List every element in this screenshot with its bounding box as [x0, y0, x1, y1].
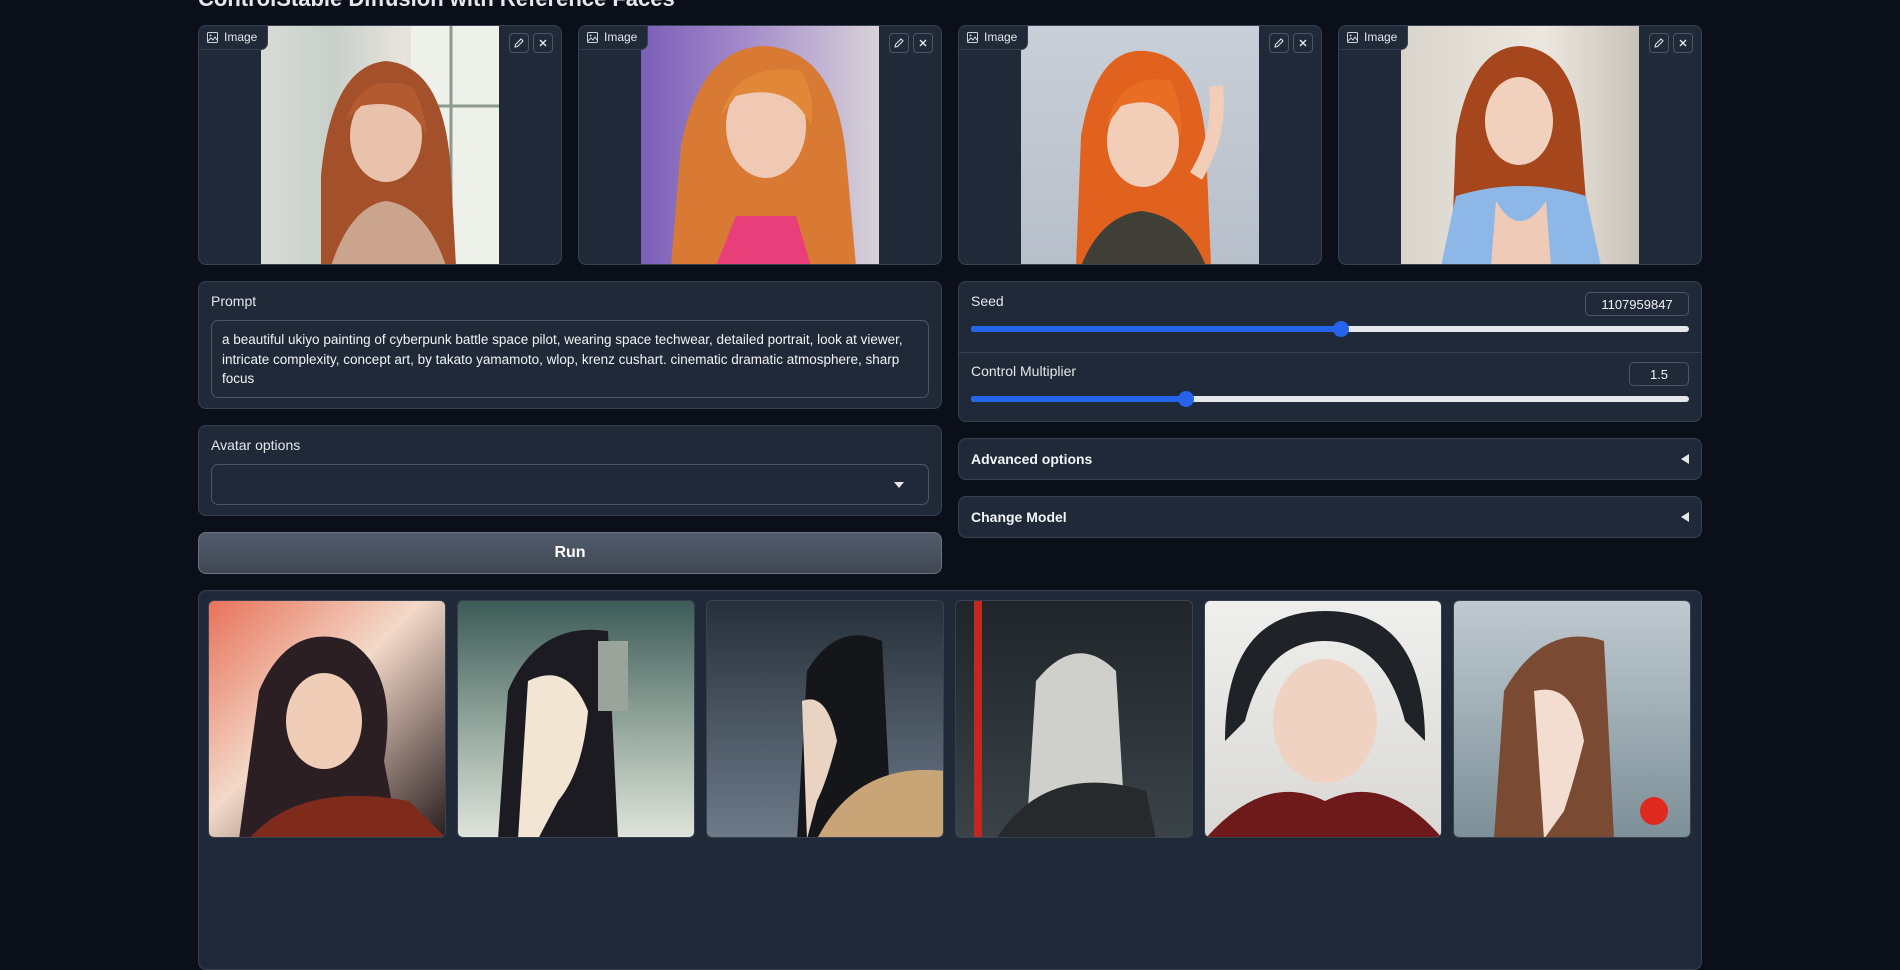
- image-label: Image: [959, 26, 1029, 50]
- close-icon[interactable]: [1673, 33, 1693, 53]
- seed-slider[interactable]: [971, 321, 1689, 337]
- close-icon[interactable]: [913, 33, 933, 53]
- reference-image-1[interactable]: Image: [198, 25, 562, 265]
- image-icon: [967, 31, 978, 43]
- output-gallery: [198, 590, 1702, 970]
- avatar-options-label: Avatar options: [211, 437, 301, 453]
- reference-image-2[interactable]: Image: [578, 25, 942, 265]
- control-multiplier-slider-fill: [971, 396, 1187, 402]
- prompt-label: Prompt: [211, 293, 257, 309]
- image-icon: [587, 31, 598, 43]
- gallery-image-4[interactable]: [955, 600, 1193, 838]
- seed-slider-fill: [971, 326, 1342, 332]
- image-label: Image: [1339, 26, 1409, 50]
- seed-input[interactable]: 1107959847: [1585, 292, 1689, 316]
- advanced-options-label: Advanced options: [971, 451, 1093, 467]
- advanced-options-accordion[interactable]: Advanced options: [958, 438, 1702, 480]
- reference-photo: [261, 26, 499, 264]
- reference-image-4[interactable]: Image: [1338, 25, 1702, 265]
- gallery-image-5[interactable]: [1204, 600, 1442, 838]
- caret-left-icon: [1681, 512, 1689, 522]
- seed-label: Seed: [971, 293, 1004, 309]
- seed-slider-thumb[interactable]: [1333, 321, 1350, 337]
- prompt-block: Prompt a beautiful ukiyo painting of cyb…: [198, 281, 942, 409]
- chevron-down-icon: [894, 482, 904, 488]
- close-icon[interactable]: [533, 33, 553, 53]
- pencil-icon[interactable]: [1649, 33, 1669, 53]
- control-multiplier-slider-thumb[interactable]: [1178, 391, 1195, 407]
- page-title: ControlStable Diffusion with Reference F…: [198, 0, 675, 12]
- sliders-block: Seed 1107959847 Control Multiplier 1.5: [958, 281, 1702, 422]
- pencil-icon[interactable]: [509, 33, 529, 53]
- change-model-accordion[interactable]: Change Model: [958, 496, 1702, 538]
- change-model-label: Change Model: [971, 509, 1067, 525]
- image-label: Image: [199, 26, 269, 50]
- control-multiplier-label: Control Multiplier: [971, 363, 1077, 379]
- close-icon[interactable]: [1293, 33, 1313, 53]
- reference-photo: [1401, 26, 1639, 264]
- gallery-image-6[interactable]: [1453, 600, 1691, 838]
- pencil-icon[interactable]: [889, 33, 909, 53]
- gallery-image-1[interactable]: [208, 600, 446, 838]
- caret-left-icon: [1681, 454, 1689, 464]
- avatar-options-block: Avatar options: [198, 425, 942, 516]
- gallery-image-2[interactable]: [457, 600, 695, 838]
- reference-photo: [641, 26, 879, 264]
- image-icon: [207, 31, 218, 43]
- reference-photo: [1021, 26, 1259, 264]
- prompt-textarea[interactable]: a beautiful ukiyo painting of cyberpunk …: [211, 320, 929, 398]
- pencil-icon[interactable]: [1269, 33, 1289, 53]
- reference-image-3[interactable]: Image: [958, 25, 1322, 265]
- image-label: Image: [579, 26, 649, 50]
- avatar-options-dropdown[interactable]: [211, 464, 929, 505]
- control-multiplier-input[interactable]: 1.5: [1629, 362, 1689, 386]
- control-multiplier-slider[interactable]: [971, 391, 1689, 407]
- gallery-image-3[interactable]: [706, 600, 944, 838]
- image-icon: [1347, 31, 1358, 43]
- run-button[interactable]: Run: [198, 532, 942, 574]
